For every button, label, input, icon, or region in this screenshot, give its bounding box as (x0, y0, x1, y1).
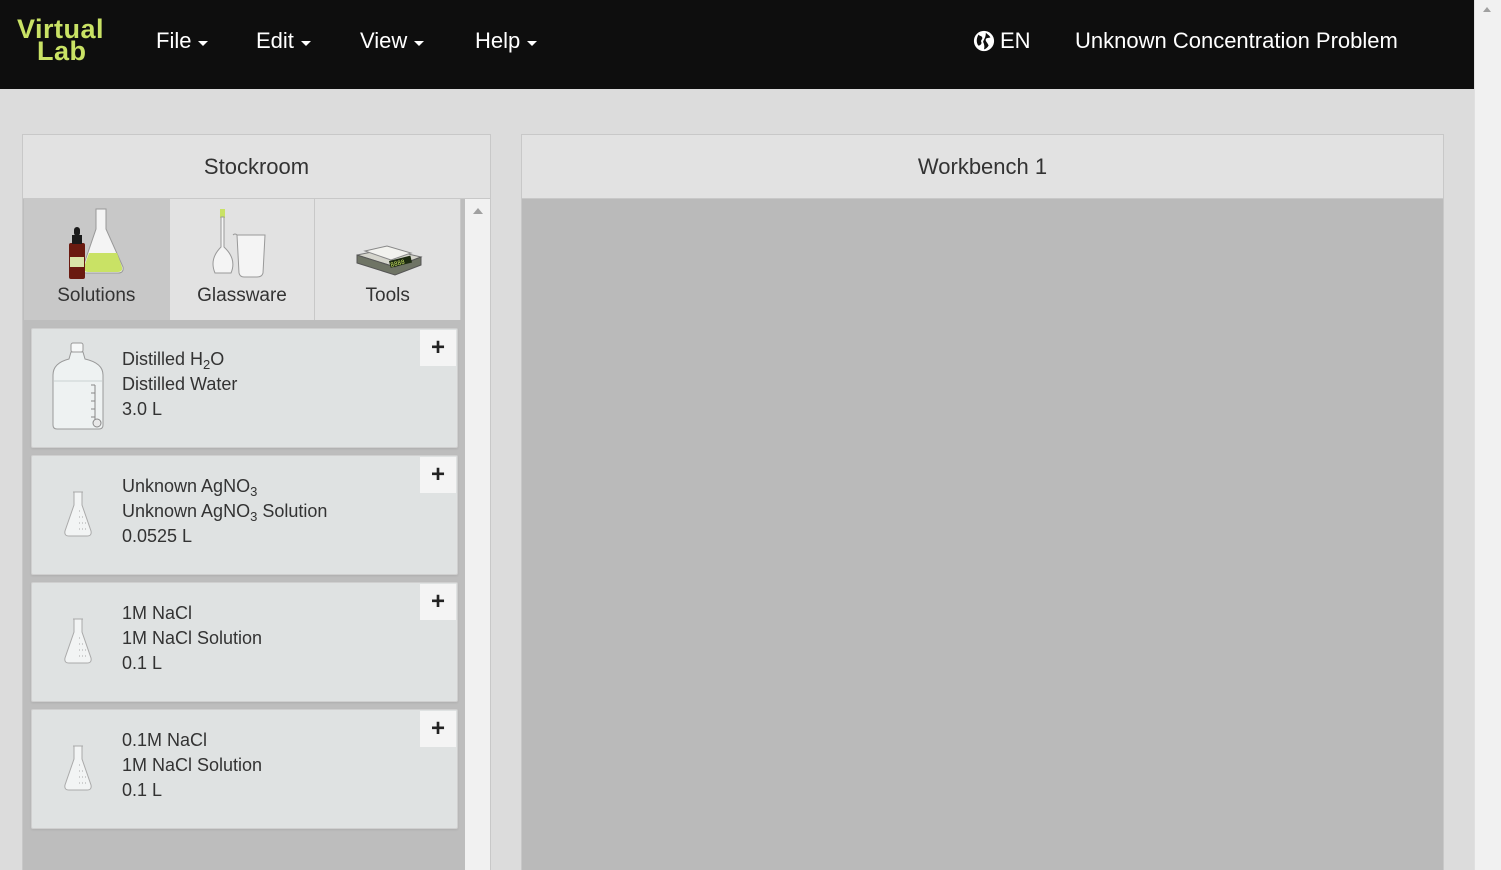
tab-solutions-label: Solutions (57, 285, 136, 306)
problem-title: Unknown Concentration Problem (1075, 28, 1398, 53)
scale-icon: 8888 (356, 245, 423, 276)
glassware-icon (212, 209, 266, 278)
caret-down-icon (414, 40, 425, 46)
menu-edit[interactable]: Edit (256, 28, 311, 54)
flask-icon (48, 720, 108, 815)
tab-tools[interactable]: 8888 Tools (315, 199, 462, 320)
tab-glassware-label: Glassware (197, 285, 287, 306)
menu-help-label: Help (475, 28, 521, 53)
water-jug-icon (48, 339, 108, 434)
caret-down-icon (198, 40, 209, 46)
list-item[interactable]: Unknown AgNO3 Unknown AgNO3 Solution 0.0… (31, 455, 458, 575)
add-button[interactable]: + (420, 584, 456, 620)
tab-solutions[interactable]: Solutions (24, 199, 170, 320)
add-button[interactable]: + (420, 711, 456, 747)
item-name: 1M NaCl (122, 603, 193, 623)
menu-view[interactable]: View (360, 28, 425, 54)
item-volume: 0.1 L (122, 780, 163, 800)
stockroom-tabs: Solutions Glassware 8888 Tools (24, 199, 462, 320)
language-label: EN (1000, 28, 1031, 53)
page-scrollbar[interactable] (1474, 0, 1501, 870)
item-description: Distilled Water (122, 374, 238, 394)
tab-tools-label: Tools (365, 285, 410, 306)
caret-down-icon (300, 40, 311, 46)
virtual-lab-logo[interactable]: Virtual Lab (17, 16, 109, 70)
scroll-up-arrow-icon[interactable] (1483, 7, 1491, 12)
workbench-area[interactable] (522, 199, 1443, 870)
menu-help[interactable]: Help (475, 28, 538, 54)
tab-glassware[interactable]: Glassware (170, 199, 316, 320)
item-description: 1M NaCl Solution (122, 755, 263, 775)
stockroom-scrollbar[interactable] (465, 199, 490, 870)
flask-icon (48, 593, 108, 688)
solutions-icon (69, 208, 124, 279)
workbench-title: Workbench 1 (522, 135, 1443, 199)
caret-down-icon (527, 40, 538, 46)
list-item[interactable]: 1M NaCl 1M NaCl Solution 0.1 L + (31, 582, 458, 702)
list-item[interactable]: 0.1M NaCl 1M NaCl Solution 0.1 L + (31, 709, 458, 829)
solution-list: Distilled H2O Distilled Water 3.0 L + Un… (31, 328, 458, 836)
item-volume: 3.0 L (122, 399, 163, 419)
item-description: 1M NaCl Solution (122, 628, 263, 648)
stockroom-panel: Stockroom Solutions Glassware 8888 Tools… (22, 134, 491, 870)
menu-edit-label: Edit (256, 28, 294, 53)
stockroom-title: Stockroom (23, 135, 490, 199)
menu-view-label: View (360, 28, 408, 53)
add-button[interactable]: + (420, 330, 456, 366)
item-volume: 0.1 L (122, 653, 163, 673)
workbench-panel: Workbench 1 (521, 134, 1444, 870)
globe-icon (973, 30, 995, 52)
menu-file-label: File (156, 28, 192, 53)
flask-icon (48, 466, 108, 561)
item-name: Distilled H2O (122, 349, 225, 372)
add-button[interactable]: + (420, 457, 456, 493)
language-selector[interactable]: EN (973, 28, 1031, 54)
item-volume: 0.0525 L (122, 526, 193, 546)
list-item[interactable]: Distilled H2O Distilled Water 3.0 L + (31, 328, 458, 448)
menu-file[interactable]: File (156, 28, 209, 54)
top-navbar: Virtual Lab File Edit View Help EN Unkno… (0, 0, 1474, 89)
item-name: 0.1M NaCl (122, 730, 208, 750)
item-description: Unknown AgNO3 Solution (122, 501, 328, 524)
scroll-up-arrow-icon[interactable] (473, 208, 483, 214)
item-name: Unknown AgNO3 (122, 476, 258, 499)
